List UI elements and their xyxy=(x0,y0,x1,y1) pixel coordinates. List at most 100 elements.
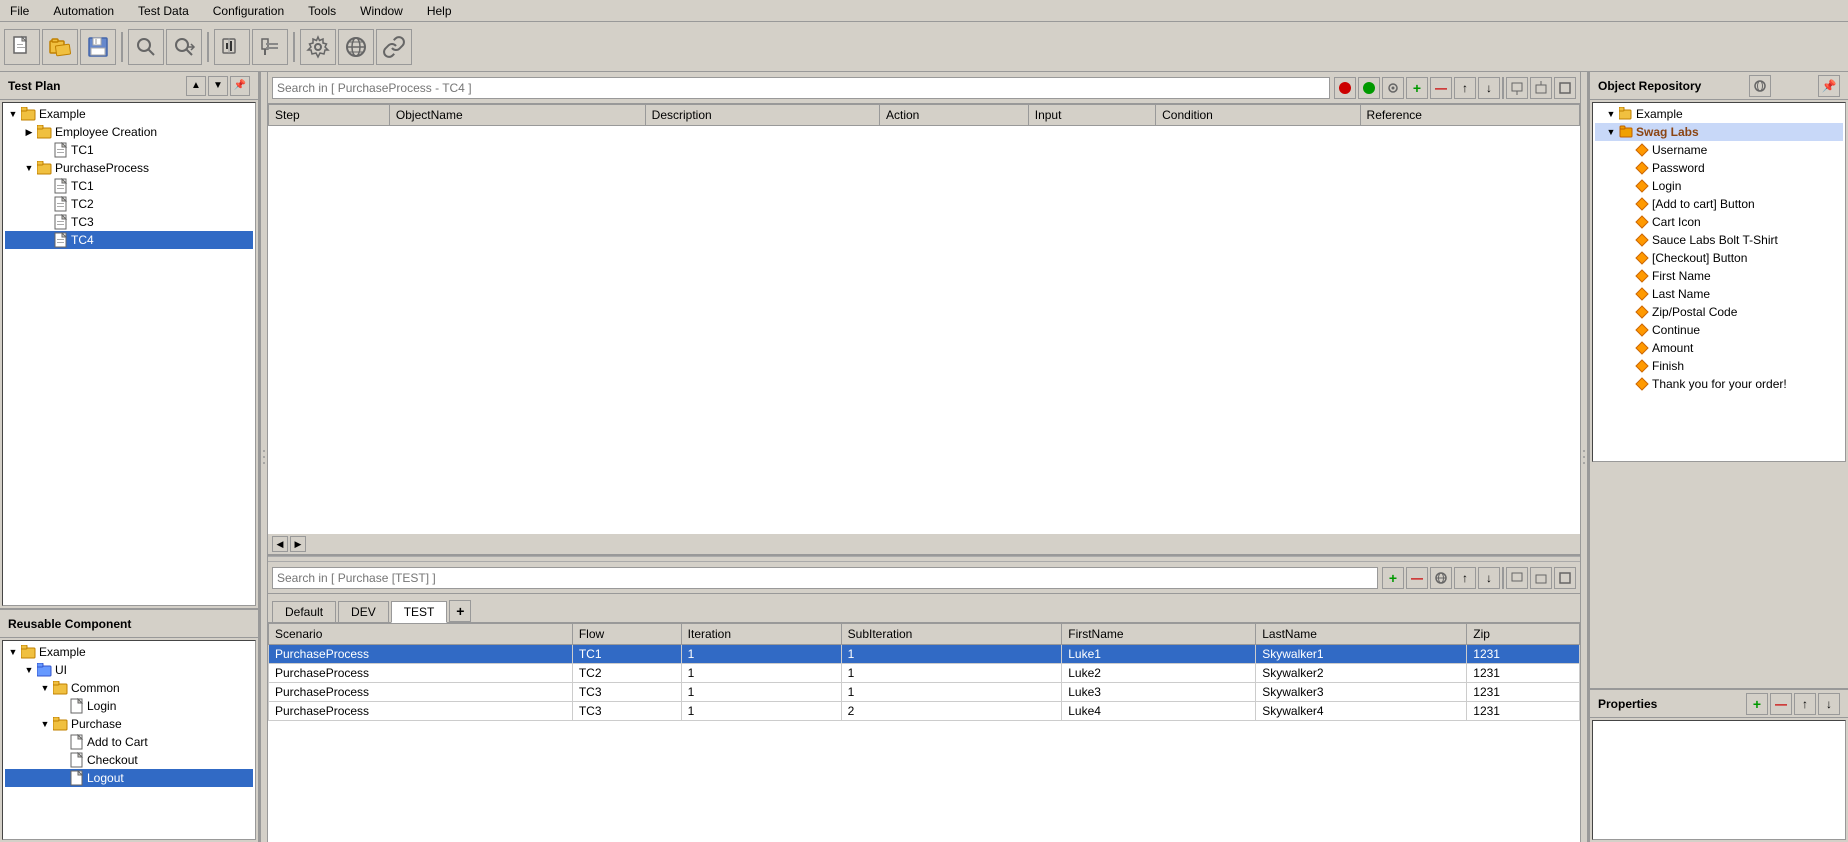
toggle-example[interactable]: ▼ xyxy=(5,109,21,119)
add-row-button[interactable]: + xyxy=(1406,77,1428,99)
obj-item-2[interactable]: Login xyxy=(1595,177,1843,195)
bottom-table-row-1[interactable]: PurchaseProcessTC211Luke2Skywalker21231 xyxy=(269,664,1580,683)
obj-toggle-example[interactable]: ▼ xyxy=(1603,109,1619,119)
obj-repo-pin-btn[interactable]: 📌 xyxy=(1818,75,1840,97)
tree-item-pp-tc4[interactable]: TC4 xyxy=(5,231,253,249)
obj-item-1[interactable]: Password xyxy=(1595,159,1843,177)
move-up-button[interactable]: ▲ xyxy=(186,76,206,96)
export-button[interactable] xyxy=(1506,77,1528,99)
bottom-table-row-2[interactable]: PurchaseProcessTC311Luke3Skywalker31231 xyxy=(269,683,1580,702)
new-file-button[interactable] xyxy=(4,29,40,65)
menu-automation[interactable]: Automation xyxy=(47,2,120,20)
record-button[interactable] xyxy=(214,29,250,65)
rc-checkout[interactable]: Checkout xyxy=(5,751,253,769)
tree-item-pp-tc3[interactable]: TC3 xyxy=(5,213,253,231)
tree-item-emp-tc1[interactable]: TC1 xyxy=(5,141,253,159)
obj-tgl-swag[interactable]: ▼ xyxy=(1603,127,1619,137)
rc-common[interactable]: ▼ Common xyxy=(5,679,253,697)
props-remove-btn[interactable]: — xyxy=(1770,693,1792,715)
bottom-down-btn[interactable]: ↓ xyxy=(1478,567,1500,589)
props-down-btn[interactable]: ↓ xyxy=(1818,693,1840,715)
open-button[interactable] xyxy=(42,29,78,65)
obj-item-11[interactable]: Amount xyxy=(1595,339,1843,357)
obj-item-3[interactable]: [Add to cart] Button xyxy=(1595,195,1843,213)
toggle-purchase[interactable]: ▼ xyxy=(21,163,37,173)
rc-toggle-common[interactable]: ▼ xyxy=(37,683,53,693)
play-button[interactable] xyxy=(1358,77,1380,99)
obj-item-7[interactable]: First Name xyxy=(1595,267,1843,285)
cut-button[interactable] xyxy=(252,29,288,65)
tab-default[interactable]: Default xyxy=(272,601,336,622)
obj-item-4[interactable]: Cart Icon xyxy=(1595,213,1843,231)
tree-item-employee-creation[interactable]: ▶ Employee Creation xyxy=(5,123,253,141)
bottom-maximize-btn[interactable] xyxy=(1554,567,1576,589)
top-search-input[interactable] xyxy=(272,77,1330,99)
obj-item-6[interactable]: [Checkout] Button xyxy=(1595,249,1843,267)
toggle-employee[interactable]: ▶ xyxy=(21,127,37,138)
globe-button[interactable] xyxy=(338,29,374,65)
maximize-button[interactable] xyxy=(1554,77,1576,99)
obj-item-8[interactable]: Last Name xyxy=(1595,285,1843,303)
obj-item-0[interactable]: Username xyxy=(1595,141,1843,159)
tab-add-button[interactable]: + xyxy=(449,600,471,622)
search-next-button[interactable] xyxy=(166,29,202,65)
bottom-up-btn[interactable]: ↑ xyxy=(1454,567,1476,589)
rc-example[interactable]: ▼ Example xyxy=(5,643,253,661)
remove-row-button[interactable]: — xyxy=(1430,77,1452,99)
left-splitter[interactable] xyxy=(260,72,268,842)
rc-toggle-purchase[interactable]: ▼ xyxy=(37,719,53,729)
obj-repo-globe-btn[interactable] xyxy=(1749,75,1771,97)
obj-item-13[interactable]: Thank you for your order! xyxy=(1595,375,1843,393)
obj-item-9[interactable]: Zip/Postal Code xyxy=(1595,303,1843,321)
nav-right[interactable]: ▶ xyxy=(290,536,306,552)
obj-item-12[interactable]: Finish xyxy=(1595,357,1843,375)
menu-help[interactable]: Help xyxy=(421,2,458,20)
menu-configuration[interactable]: Configuration xyxy=(207,2,290,20)
menu-file[interactable]: File xyxy=(4,2,35,20)
bottom-globe-btn[interactable] xyxy=(1430,567,1452,589)
settings2-button[interactable] xyxy=(1382,77,1404,99)
rc-toggle-example[interactable]: ▼ xyxy=(5,647,21,657)
menu-tools[interactable]: Tools xyxy=(302,2,342,20)
obj-item-5[interactable]: Sauce Labs Bolt T-Shirt xyxy=(1595,231,1843,249)
bottom-export-btn[interactable] xyxy=(1506,567,1528,589)
settings-button[interactable] xyxy=(300,29,336,65)
pin-button[interactable]: 📌 xyxy=(230,76,250,96)
obj-example[interactable]: ▼ Example xyxy=(1595,105,1843,123)
bottom-sep xyxy=(1502,567,1504,589)
tree-item-example[interactable]: ▼ Example xyxy=(5,105,253,123)
import-button[interactable] xyxy=(1530,77,1552,99)
tab-test[interactable]: TEST xyxy=(391,601,448,623)
bottom-table-row-0[interactable]: PurchaseProcessTC111Luke1Skywalker11231 xyxy=(269,645,1580,664)
rc-logout[interactable]: Logout xyxy=(5,769,253,787)
rc-purchase[interactable]: ▼ Purchase xyxy=(5,715,253,733)
props-up-btn[interactable]: ↑ xyxy=(1794,693,1816,715)
obj-swag-labs[interactable]: ▼ Swag Labs xyxy=(1595,123,1843,141)
down-arrow-button[interactable]: ↓ xyxy=(1478,77,1500,99)
save-button[interactable] xyxy=(80,29,116,65)
rc-add-to-cart[interactable]: Add to Cart xyxy=(5,733,253,751)
rc-ui[interactable]: ▼ UI xyxy=(5,661,253,679)
search-button[interactable] xyxy=(128,29,164,65)
props-add-btn[interactable]: + xyxy=(1746,693,1768,715)
bottom-table-row-3[interactable]: PurchaseProcessTC312Luke4Skywalker41231 xyxy=(269,702,1580,721)
up-arrow-button[interactable]: ↑ xyxy=(1454,77,1476,99)
menu-testdata[interactable]: Test Data xyxy=(132,2,195,20)
tree-item-pp-tc2[interactable]: TC2 xyxy=(5,195,253,213)
record-red-button[interactable] xyxy=(1334,77,1356,99)
link-button[interactable] xyxy=(376,29,412,65)
tree-item-purchase-process[interactable]: ▼ PurchaseProcess xyxy=(5,159,253,177)
rc-toggle-ui[interactable]: ▼ xyxy=(21,665,37,675)
bottom-add-btn[interactable]: + xyxy=(1382,567,1404,589)
bottom-import-btn[interactable] xyxy=(1530,567,1552,589)
tree-item-pp-tc1[interactable]: TC1 xyxy=(5,177,253,195)
obj-item-10[interactable]: Continue xyxy=(1595,321,1843,339)
bottom-remove-btn[interactable]: — xyxy=(1406,567,1428,589)
menu-window[interactable]: Window xyxy=(354,2,409,20)
right-splitter[interactable] xyxy=(1580,72,1588,842)
nav-left[interactable]: ◀ xyxy=(272,536,288,552)
move-down-button[interactable]: ▼ xyxy=(208,76,228,96)
tab-dev[interactable]: DEV xyxy=(338,601,389,622)
bottom-search-input[interactable] xyxy=(272,567,1378,589)
rc-login[interactable]: Login xyxy=(5,697,253,715)
